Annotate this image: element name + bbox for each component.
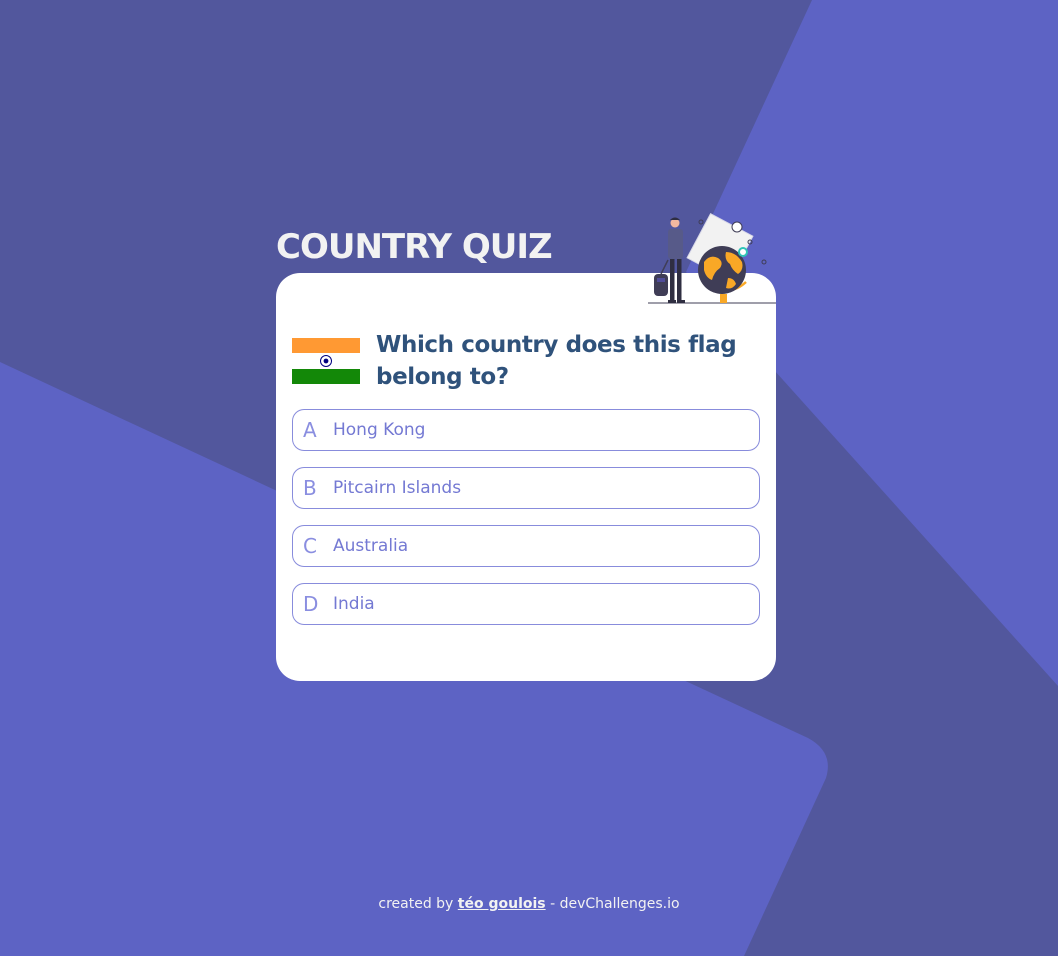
answer-option-b[interactable]: B Pitcairn Islands <box>292 467 760 509</box>
option-text: India <box>333 594 375 614</box>
answer-option-a[interactable]: A Hong Kong <box>292 409 760 451</box>
footer: created by téo goulois - devChallenges.i… <box>0 896 1058 912</box>
option-letter: C <box>303 534 317 558</box>
option-text: Pitcairn Islands <box>333 478 462 498</box>
india-flag-icon <box>292 338 360 384</box>
quiz-card: Which country does this flag belong to? … <box>276 273 776 681</box>
page-title: COUNTRY QUIZ <box>276 227 553 267</box>
option-letter: A <box>303 418 317 442</box>
footer-site: devChallenges.io <box>559 896 680 912</box>
traveler-globe-illustration <box>648 212 776 304</box>
author-link[interactable]: téo goulois <box>458 896 546 912</box>
option-text: Hong Kong <box>333 420 426 440</box>
option-text: Australia <box>333 536 409 556</box>
answer-option-d[interactable]: D India <box>292 583 760 625</box>
option-letter: B <box>303 476 317 500</box>
answer-option-c[interactable]: C Australia <box>292 525 760 567</box>
option-letter: D <box>303 592 319 616</box>
answer-options: A Hong Kong B Pitcairn Islands C Austral… <box>292 409 760 641</box>
question-text: Which country does this flag belong to? <box>376 332 737 390</box>
footer-separator: - <box>550 896 556 912</box>
footer-prefix: created by <box>378 896 454 912</box>
